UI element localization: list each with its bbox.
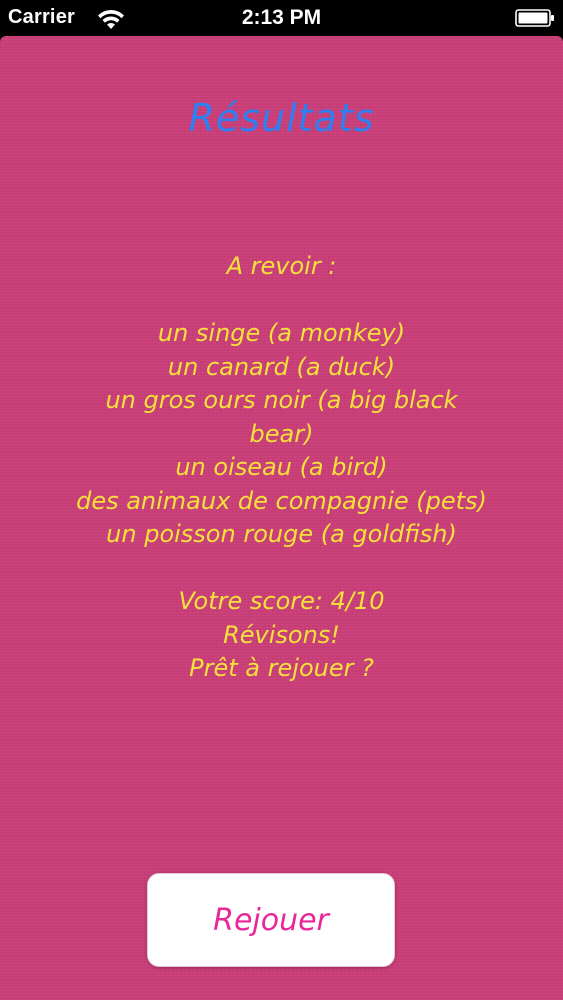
replay-button-label: Rejouer: [213, 902, 329, 938]
score-label: Votre score: 4/10: [178, 587, 385, 615]
page-title: Résultats: [188, 96, 375, 140]
review-item: un oiseau (a bird): [175, 453, 388, 481]
status-bar: Carrier 2:13 PM: [0, 0, 563, 36]
screen: Carrier 2:13 PM Résultats A revoir : un …: [0, 0, 563, 1000]
review-item: un singe (a monkey): [157, 319, 406, 347]
review-item: bear): [249, 419, 314, 448]
review-heading: A revoir :: [226, 252, 337, 280]
score-message: Révisons!: [223, 620, 340, 649]
results-screen: Résultats A revoir : un singe (a monkey)…: [0, 36, 563, 1000]
review-item: des animaux de compagnie (pets): [76, 486, 487, 515]
review-item: un canard (a duck): [167, 352, 396, 381]
replay-button[interactable]: Rejouer: [147, 873, 395, 967]
review-item: un gros ours noir (a big black: [105, 386, 458, 414]
replay-prompt: Prêt à rejouer ?: [189, 654, 374, 682]
review-item: un poisson rouge (a goldfish): [106, 520, 457, 548]
status-time: 2:13 PM: [241, 6, 322, 29]
battery-icon: [515, 9, 554, 27]
results-text: A revoir : un singe (a monkey) un canard…: [20, 250, 543, 686]
